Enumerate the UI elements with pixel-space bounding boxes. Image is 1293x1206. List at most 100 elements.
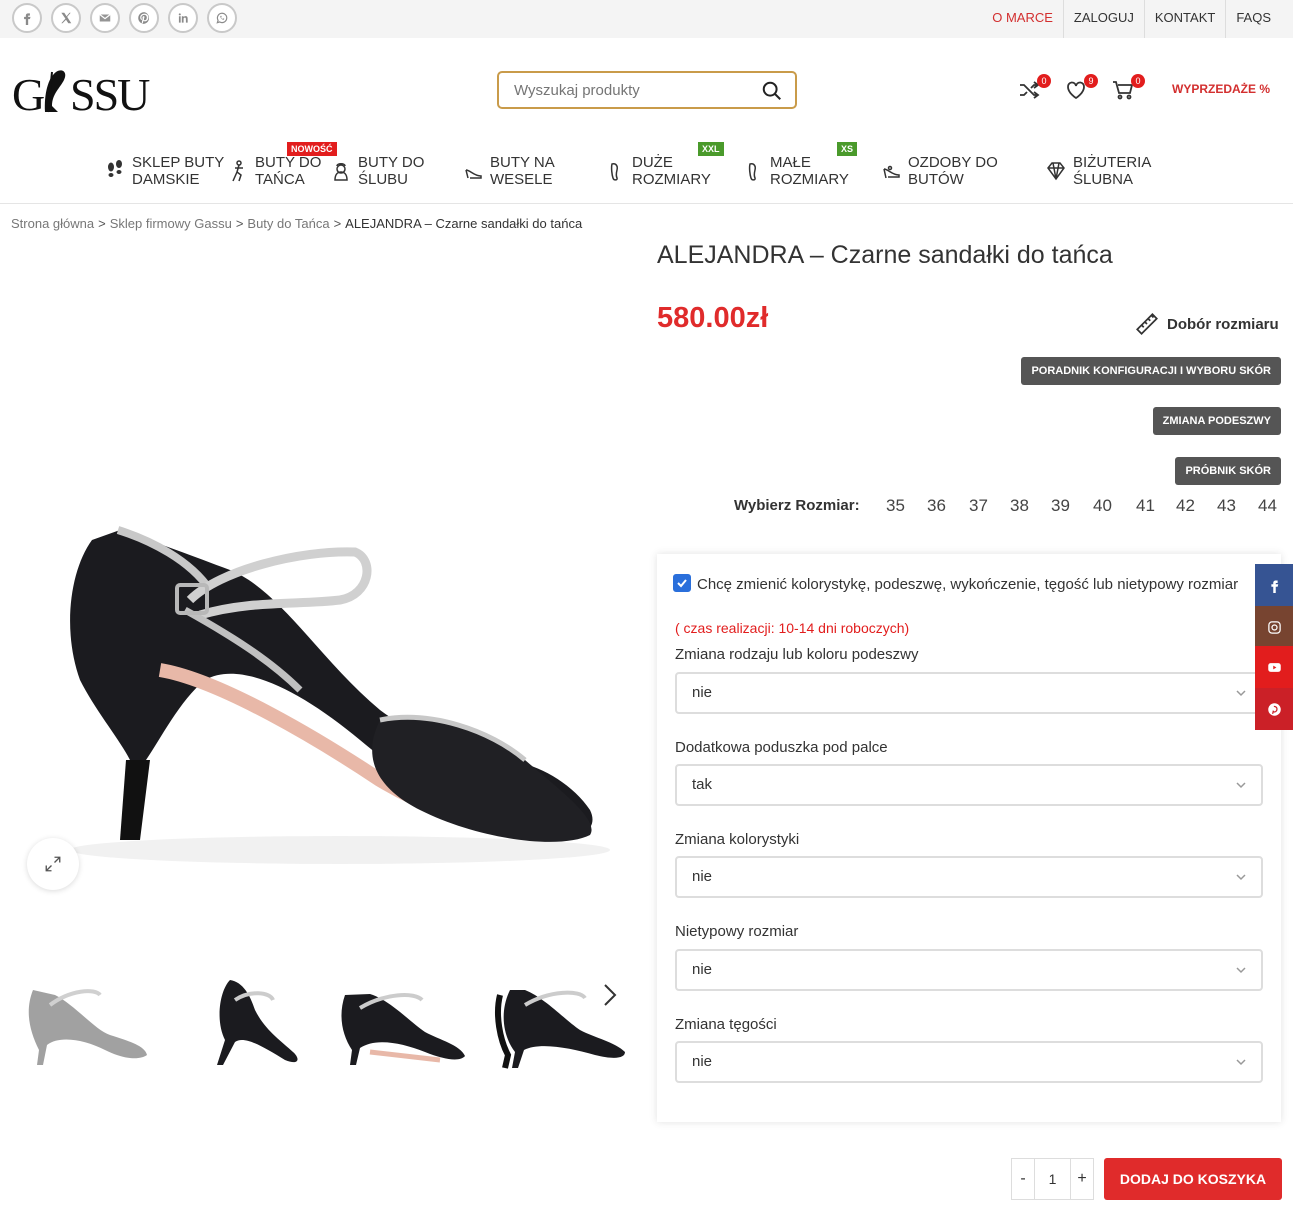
search-icon[interactable] xyxy=(761,80,783,102)
main-navigation: SKLEP BUTY DAMSKIE BUTY DO TAŃCA NOWOŚĆ BU… xyxy=(0,140,1293,204)
search-box[interactable] xyxy=(497,71,797,109)
chevron-down-icon xyxy=(1236,967,1246,974)
custom-size-select[interactable]: nie xyxy=(675,949,1263,991)
size-option[interactable]: 39 xyxy=(1051,496,1070,516)
compare-count-badge: 0 xyxy=(1037,74,1051,88)
size-option[interactable]: 37 xyxy=(969,496,988,516)
xs-tag: XS xyxy=(837,142,858,156)
contact-link[interactable]: KONTAKT xyxy=(1143,0,1225,38)
nav-item-party-shoes[interactable]: BUTY NA WESELE xyxy=(464,154,555,188)
quantity-input[interactable]: 1 xyxy=(1035,1158,1070,1200)
thumbnail-1[interactable] xyxy=(15,960,155,1075)
option-label: Zmiana kolorystyki xyxy=(675,831,800,848)
gassu-logo[interactable]: G SSU xyxy=(12,64,157,120)
size-option[interactable]: 40 xyxy=(1093,496,1112,516)
main-product-image[interactable] xyxy=(0,240,635,940)
size-option[interactable]: 38 xyxy=(1010,496,1029,516)
sole-change-button[interactable]: ZMIANA PODESZWY xyxy=(1152,407,1281,435)
zoom-button[interactable] xyxy=(27,838,79,890)
nav-item-dance-shoes[interactable]: BUTY DO TAŃCA xyxy=(229,154,321,188)
whatsapp-icon[interactable] xyxy=(207,3,237,33)
shoe-ornament-icon xyxy=(883,165,900,179)
thumbnail-2[interactable] xyxy=(175,960,315,1075)
x-twitter-icon[interactable] xyxy=(51,3,81,33)
faqs-link[interactable]: FAQS xyxy=(1225,0,1281,38)
linkedin-icon[interactable] xyxy=(168,3,198,33)
login-link[interactable]: ZALOGUJ xyxy=(1062,0,1144,38)
chevron-down-icon xyxy=(1236,690,1246,697)
breadcrumb-category[interactable]: Buty do Tańca xyxy=(247,216,329,231)
add-to-cart-button[interactable]: DODAJ DO KOSZYKA xyxy=(1104,1158,1282,1200)
side-pinterest-icon[interactable] xyxy=(1255,688,1293,730)
quantity-minus-button[interactable]: - xyxy=(1011,1158,1035,1200)
nav-item-shoe-ornaments[interactable]: OZDOBY DO BUTÓW xyxy=(882,154,998,188)
select-value: nie xyxy=(692,1053,713,1070)
search-input[interactable] xyxy=(499,73,749,107)
nav-label-line1: BUTY NA xyxy=(490,154,555,171)
sole-change-select[interactable]: nie xyxy=(675,672,1263,714)
cart-button[interactable]: 0 xyxy=(1111,74,1145,104)
leather-samples-button[interactable]: PRÓBNIK SKÓR xyxy=(1175,457,1281,485)
nav-item-small-sizes[interactable]: MAŁE ROZMIARY xyxy=(744,154,849,188)
wishlist-count-badge: 9 xyxy=(1084,74,1098,88)
nav-item-large-sizes[interactable]: DUŻE ROZMIARY xyxy=(606,154,711,188)
dancer-icon xyxy=(232,160,243,182)
nav-item-wedding-shoes[interactable]: BUTY DO ŚLUBU xyxy=(332,154,424,188)
checkmark-icon xyxy=(677,579,687,588)
nav-label-line1: BUTY DO xyxy=(255,154,322,171)
product-title: ALEJANDRA – Czarne sandałki do tańca xyxy=(657,241,1113,269)
product-price: 580.00zł xyxy=(657,302,769,334)
nav-label-line2: ŚLUBU xyxy=(358,171,409,188)
select-value: nie xyxy=(692,868,713,885)
size-option[interactable]: 43 xyxy=(1217,496,1236,516)
select-value: nie xyxy=(692,961,713,978)
nav-label-line2: WESELE xyxy=(490,171,553,188)
thumbnail-next-arrow[interactable] xyxy=(600,982,620,1008)
chevron-down-icon xyxy=(1236,874,1246,881)
quantity-plus-button[interactable]: + xyxy=(1070,1158,1094,1200)
ruler-icon xyxy=(1136,313,1158,335)
breadcrumb: Strona główna > Sklep firmowy Gassu > Buty d… xyxy=(11,216,583,231)
about-marce-link[interactable]: O MARCE xyxy=(982,0,1063,38)
wishlist-button[interactable]: 9 xyxy=(1064,74,1098,104)
nav-item-wedding-jewelry[interactable]: BIŻUTERIA ŚLUBNA xyxy=(1047,154,1151,188)
color-change-select[interactable]: nie xyxy=(675,856,1263,898)
email-icon[interactable] xyxy=(90,3,120,33)
size-option[interactable]: 44 xyxy=(1258,496,1277,516)
xxl-tag: XXL xyxy=(698,142,724,156)
width-change-select[interactable]: nie xyxy=(675,1041,1263,1083)
size-option[interactable]: 41 xyxy=(1136,496,1155,516)
pinterest-icon[interactable] xyxy=(129,3,159,33)
nav-item-shop-women[interactable]: SKLEP BUTY DAMSKIE xyxy=(106,154,224,188)
leather-guide-button[interactable]: PORADNIK KONFIGURACJI I WYBORU SKÓR xyxy=(1021,357,1281,385)
side-youtube-icon[interactable] xyxy=(1255,646,1293,688)
toe-cushion-select[interactable]: tak xyxy=(675,764,1263,806)
size-label: Wybierz Rozmiar: xyxy=(734,497,860,514)
side-instagram-icon[interactable] xyxy=(1255,606,1293,648)
cart-count-badge: 0 xyxy=(1131,74,1145,88)
thumbnail-4[interactable] xyxy=(490,960,630,1075)
option-label: Dodatkowa poduszka pod palce xyxy=(675,739,888,756)
compare-button[interactable]: 0 xyxy=(1017,74,1051,104)
breadcrumb-home[interactable]: Strona główna xyxy=(11,216,94,231)
chevron-right-icon xyxy=(604,984,617,1006)
side-facebook-icon[interactable] xyxy=(1255,564,1293,606)
size-option[interactable]: 35 xyxy=(886,496,905,516)
size-option[interactable]: 36 xyxy=(927,496,946,516)
nav-label-line2: BUTÓW xyxy=(908,171,964,188)
nav-label-line1: SKLEP BUTY xyxy=(132,154,225,171)
breadcrumb-shop[interactable]: Sklep firmowy Gassu xyxy=(110,216,232,231)
bride-icon xyxy=(334,163,348,181)
sale-link[interactable]: WYPRZEDAŻE % xyxy=(1172,82,1270,96)
size-guide-label: Dobór rozmiaru xyxy=(1167,315,1279,333)
facebook-icon[interactable] xyxy=(12,3,42,33)
size-option[interactable]: 42 xyxy=(1176,496,1195,516)
customize-checkbox-label[interactable]: Chcę zmienić kolorystykę, podeszwę, wyko… xyxy=(673,574,1253,596)
thumbnail-3[interactable] xyxy=(330,960,470,1075)
size-guide-link[interactable]: Dobór rozmiaru xyxy=(1134,311,1279,337)
new-tag: NOWOŚĆ xyxy=(287,142,337,156)
option-label: Nietypowy rozmiar xyxy=(675,923,799,940)
customize-checkbox[interactable] xyxy=(673,574,691,592)
realization-time: ( czas realizacji: 10-14 dni roboczych) xyxy=(675,620,910,636)
customization-panel: Chcę zmienić kolorystykę, podeszwę, wyko… xyxy=(657,554,1281,1122)
